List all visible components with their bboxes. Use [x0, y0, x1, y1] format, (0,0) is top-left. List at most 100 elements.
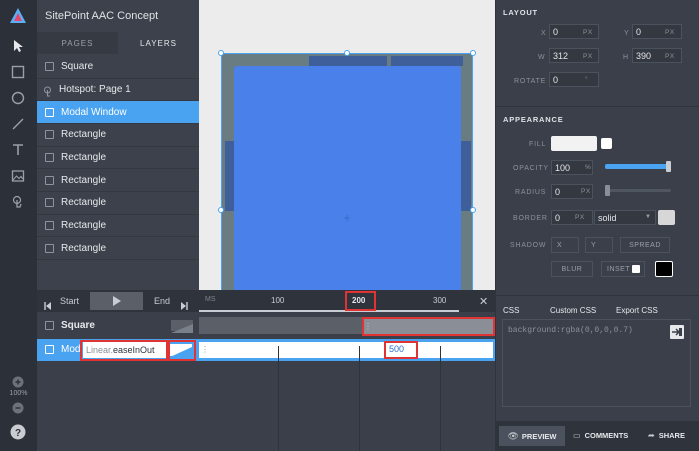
- zoom-out-icon[interactable]: [8, 398, 28, 418]
- radius-slider[interactable]: [605, 185, 671, 196]
- hotspot-tool-icon[interactable]: [8, 192, 28, 212]
- ellipse-tool-icon[interactable]: [8, 88, 28, 108]
- timeline-controls: Start End MS 100 200 300 ✕: [37, 290, 495, 312]
- border-width-input[interactable]: 0: [551, 210, 593, 225]
- layer-visibility-checkbox[interactable]: [45, 107, 54, 117]
- comment-icon: ▭: [573, 431, 581, 440]
- css-editor[interactable]: background:rgba(0,0,0,0.7): [502, 319, 691, 407]
- shadow-blur-input[interactable]: BLUR: [551, 261, 593, 277]
- layer-visibility-checkbox[interactable]: [45, 221, 54, 231]
- animation-timeline: Start End MS 100 200 300 ✕ Square ⋮ Mod …: [37, 290, 495, 451]
- fill-color-swatch[interactable]: [551, 136, 597, 151]
- layer-item[interactable]: Rectangle: [37, 192, 199, 215]
- easing-curve-icon[interactable]: [171, 320, 193, 333]
- layer-visibility-checkbox[interactable]: [45, 62, 54, 72]
- zoom-in-icon[interactable]: [8, 372, 28, 392]
- play-button[interactable]: [90, 292, 143, 310]
- w-label: W: [538, 54, 546, 61]
- svg-text:?: ?: [15, 428, 21, 439]
- selection-box: [221, 53, 473, 290]
- layout-title: LAYOUT: [503, 8, 538, 17]
- tab-export-css[interactable]: Export CSS: [616, 306, 658, 315]
- layer-item[interactable]: Hotspot: Page 1: [37, 79, 199, 102]
- preview-button[interactable]: 👁 PREVIEW: [499, 426, 565, 446]
- help-icon[interactable]: ?: [8, 422, 28, 442]
- slider-handle[interactable]: [666, 161, 671, 172]
- row-checkbox[interactable]: [45, 345, 54, 354]
- layer-visibility-checkbox[interactable]: [45, 130, 54, 140]
- resize-handle[interactable]: [218, 207, 224, 213]
- row-checkbox[interactable]: [45, 321, 54, 330]
- tab-pages[interactable]: PAGES: [37, 32, 118, 54]
- rotate-input[interactable]: 0: [549, 72, 599, 87]
- y-label: Y: [624, 30, 630, 37]
- tool-rail: 100% ?: [0, 0, 37, 451]
- layer-item[interactable]: Rectangle: [37, 170, 199, 193]
- text-tool-icon[interactable]: [8, 140, 28, 160]
- shadow-spread-input[interactable]: SPREAD: [620, 237, 670, 253]
- start-label[interactable]: Start: [60, 296, 79, 306]
- select-tool-icon[interactable]: [8, 36, 28, 56]
- shadow-label: SHADOW: [510, 242, 547, 249]
- tab-layers[interactable]: LAYERS: [118, 32, 199, 54]
- inset-toggle[interactable]: INSET: [601, 261, 645, 277]
- inset-checkbox[interactable]: [632, 265, 640, 273]
- appearance-title: APPEARANCE: [503, 115, 564, 124]
- row-name: Mod: [61, 344, 81, 355]
- border-style-select[interactable]: solid ▼: [594, 210, 656, 225]
- design-canvas[interactable]: [199, 0, 495, 290]
- hotspot-icon: [43, 84, 54, 97]
- resize-handle[interactable]: [344, 50, 350, 56]
- layer-item[interactable]: Square: [37, 56, 199, 79]
- fill-checkbox[interactable]: [601, 138, 612, 149]
- resize-handle[interactable]: [218, 50, 224, 56]
- layer-name: Rectangle: [61, 152, 107, 164]
- rotate-label: ROTATE: [514, 78, 547, 85]
- drag-handle-icon[interactable]: ⋮: [201, 345, 209, 354]
- layers-panel: SitePoint AAC Concept PAGES LAYERS Squar…: [37, 0, 199, 290]
- layer-name: Rectangle: [61, 197, 107, 209]
- layer-visibility-checkbox[interactable]: [45, 243, 54, 253]
- layer-item[interactable]: Rectangle: [37, 124, 199, 147]
- layer-item[interactable]: Modal Window: [37, 101, 199, 124]
- footer-bar: 👁 PREVIEW ▭ COMMENTS ➦ SHARE: [495, 421, 699, 451]
- row-name: Square: [61, 320, 95, 331]
- end-label[interactable]: End: [154, 296, 170, 306]
- rectangle-tool-icon[interactable]: [8, 62, 28, 82]
- comments-button[interactable]: ▭ COMMENTS: [573, 431, 628, 440]
- layer-visibility-checkbox[interactable]: [45, 175, 54, 185]
- resize-handle[interactable]: [470, 50, 476, 56]
- layer-item[interactable]: Rectangle: [37, 215, 199, 238]
- close-timeline-icon[interactable]: ✕: [479, 295, 488, 308]
- border-color-swatch[interactable]: [658, 210, 675, 225]
- image-tool-icon[interactable]: [8, 166, 28, 186]
- layer-item[interactable]: Rectangle: [37, 147, 199, 170]
- resize-handle[interactable]: [470, 207, 476, 213]
- annotation-highlight: [362, 317, 495, 336]
- slider-handle[interactable]: [605, 185, 610, 196]
- opacity-slider[interactable]: [605, 161, 671, 172]
- fill-label: FILL: [529, 141, 547, 148]
- tab-css[interactable]: CSS: [503, 306, 519, 315]
- line-tool-icon[interactable]: [8, 114, 28, 134]
- skip-end-icon[interactable]: [180, 297, 188, 315]
- layer-visibility-checkbox[interactable]: [45, 153, 54, 163]
- modal-keyframe-bar[interactable]: [199, 342, 493, 358]
- share-button[interactable]: ➦ SHARE: [648, 431, 685, 440]
- x-label: X: [541, 30, 547, 37]
- opacity-label: OPACITY: [513, 165, 549, 172]
- play-icon: [113, 296, 121, 306]
- layer-item[interactable]: Rectangle: [37, 238, 199, 261]
- css-tabs: CSS Custom CSS Export CSS: [495, 302, 699, 318]
- tab-custom-css[interactable]: Custom CSS: [550, 306, 596, 315]
- layer-name: Rectangle: [61, 174, 107, 186]
- layer-name: Square: [61, 61, 94, 73]
- shadow-x-input[interactable]: X: [551, 237, 579, 253]
- layer-visibility-checkbox[interactable]: [45, 198, 54, 208]
- shadow-y-input[interactable]: Y: [585, 237, 613, 253]
- skip-start-icon[interactable]: [44, 297, 52, 315]
- layer-name: Rectangle: [61, 242, 107, 254]
- apply-css-icon[interactable]: [670, 325, 684, 339]
- annotation-highlight: [80, 340, 168, 361]
- shadow-color-swatch[interactable]: [655, 261, 673, 277]
